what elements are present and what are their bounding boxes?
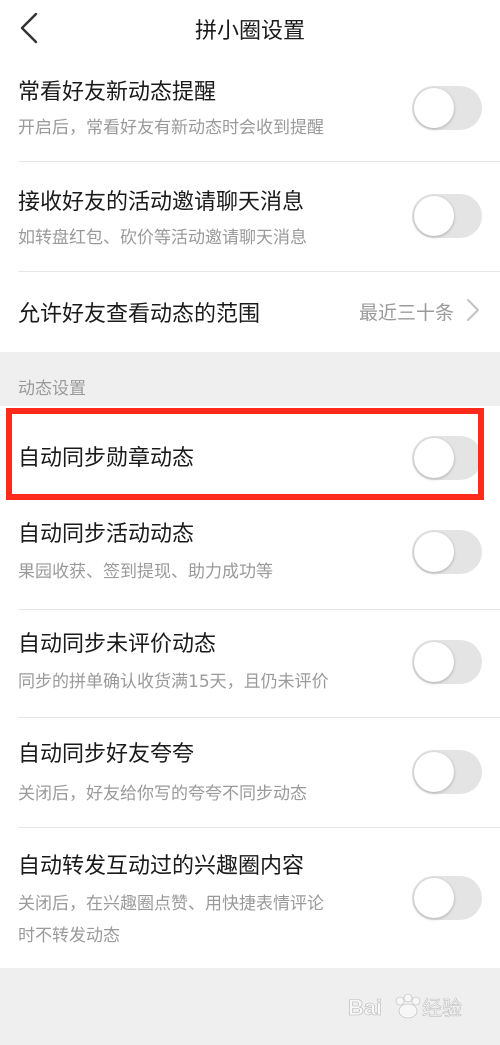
setting-row-sync-activity-dynamics[interactable]: 自动同步活动动态 果园收获、签到提现、助力成功等: [0, 510, 500, 610]
setting-subtitle: 关闭后，好友给你写的夸夸不同步动态: [18, 784, 307, 804]
baidu-jingyan-watermark: Bai 经验: [348, 993, 462, 1020]
setting-subtitle: 开启后，常看好友有新动态时会收到提醒: [18, 118, 324, 138]
setting-row-frequent-friends-reminder[interactable]: 常看好友新动态提醒 开启后，常看好友有新动态时会收到提醒: [0, 60, 500, 162]
setting-title: 自动同步勋章动态: [18, 446, 195, 471]
svg-text:经验: 经验: [422, 996, 462, 1020]
forward-interest-circle-toggle[interactable]: [412, 876, 482, 920]
setting-title: 自动转发互动过的兴趣圈内容: [18, 854, 305, 879]
setting-subtitle-line-1: 关闭后，在兴趣圈点赞、用快捷表情评论: [18, 894, 324, 914]
section-label: 动态设置: [18, 379, 86, 399]
toggle-knob: [414, 88, 454, 128]
setting-title: 常看好友新动态提醒: [18, 80, 217, 105]
setting-title: 允许好友查看动态的范围: [18, 302, 261, 327]
frequent-friends-reminder-toggle[interactable]: [412, 86, 482, 130]
header-bar: 拼小圈设置: [0, 0, 500, 60]
chevron-right-icon: [467, 299, 479, 321]
setting-title: 自动同步未评价动态: [18, 632, 217, 657]
section-header: 动态设置: [0, 352, 500, 406]
toggle-knob: [414, 196, 454, 236]
toggle-knob: [414, 878, 454, 918]
page-title: 拼小圈设置: [194, 19, 305, 44]
toggle-knob: [414, 752, 454, 792]
sync-unreviewed-dynamics-toggle[interactable]: [412, 640, 482, 684]
setting-title: 自动同步好友夸夸: [18, 742, 195, 767]
visibility-range-value: 最近三十条: [358, 302, 454, 324]
setting-title: 接收好友的活动邀请聊天消息: [18, 190, 305, 215]
sync-activity-dynamics-toggle[interactable]: [412, 530, 482, 574]
setting-row-sync-unreviewed-dynamics[interactable]: 自动同步未评价动态 同步的拼单确认收货满15天，且仍未评价: [0, 610, 500, 718]
setting-row-sync-badge-dynamics[interactable]: 自动同步勋章动态: [0, 406, 500, 510]
setting-subtitle: 如转盘红包、砍价等活动邀请聊天消息: [18, 228, 307, 248]
setting-subtitle: 果园收获、签到提现、助力成功等: [18, 562, 273, 582]
setting-title: 自动同步活动动态: [18, 522, 195, 547]
sync-friend-praise-toggle[interactable]: [412, 750, 482, 794]
sync-badge-dynamics-toggle[interactable]: [412, 436, 482, 480]
setting-row-activity-invite-messages[interactable]: 接收好友的活动邀请聊天消息 如转盘红包、砍价等活动邀请聊天消息: [0, 162, 500, 272]
toggle-knob: [414, 642, 454, 682]
setting-subtitle: 同步的拼单确认收货满15天，且仍未评价: [18, 672, 329, 692]
setting-row-forward-interest-circle[interactable]: 自动转发互动过的兴趣圈内容 关闭后，在兴趣圈点赞、用快捷表情评论 时不转发动态: [0, 828, 500, 968]
setting-row-sync-friend-praise[interactable]: 自动同步好友夸夸 关闭后，好友给你写的夸夸不同步动态: [0, 718, 500, 828]
toggle-knob: [414, 532, 454, 572]
toggle-knob: [414, 438, 454, 478]
svg-text:Bai: Bai: [348, 995, 382, 1020]
activity-invite-messages-toggle[interactable]: [412, 194, 482, 238]
setting-row-visibility-range[interactable]: 允许好友查看动态的范围 最近三十条: [0, 272, 500, 352]
setting-subtitle-line-2: 时不转发动态: [18, 926, 120, 946]
